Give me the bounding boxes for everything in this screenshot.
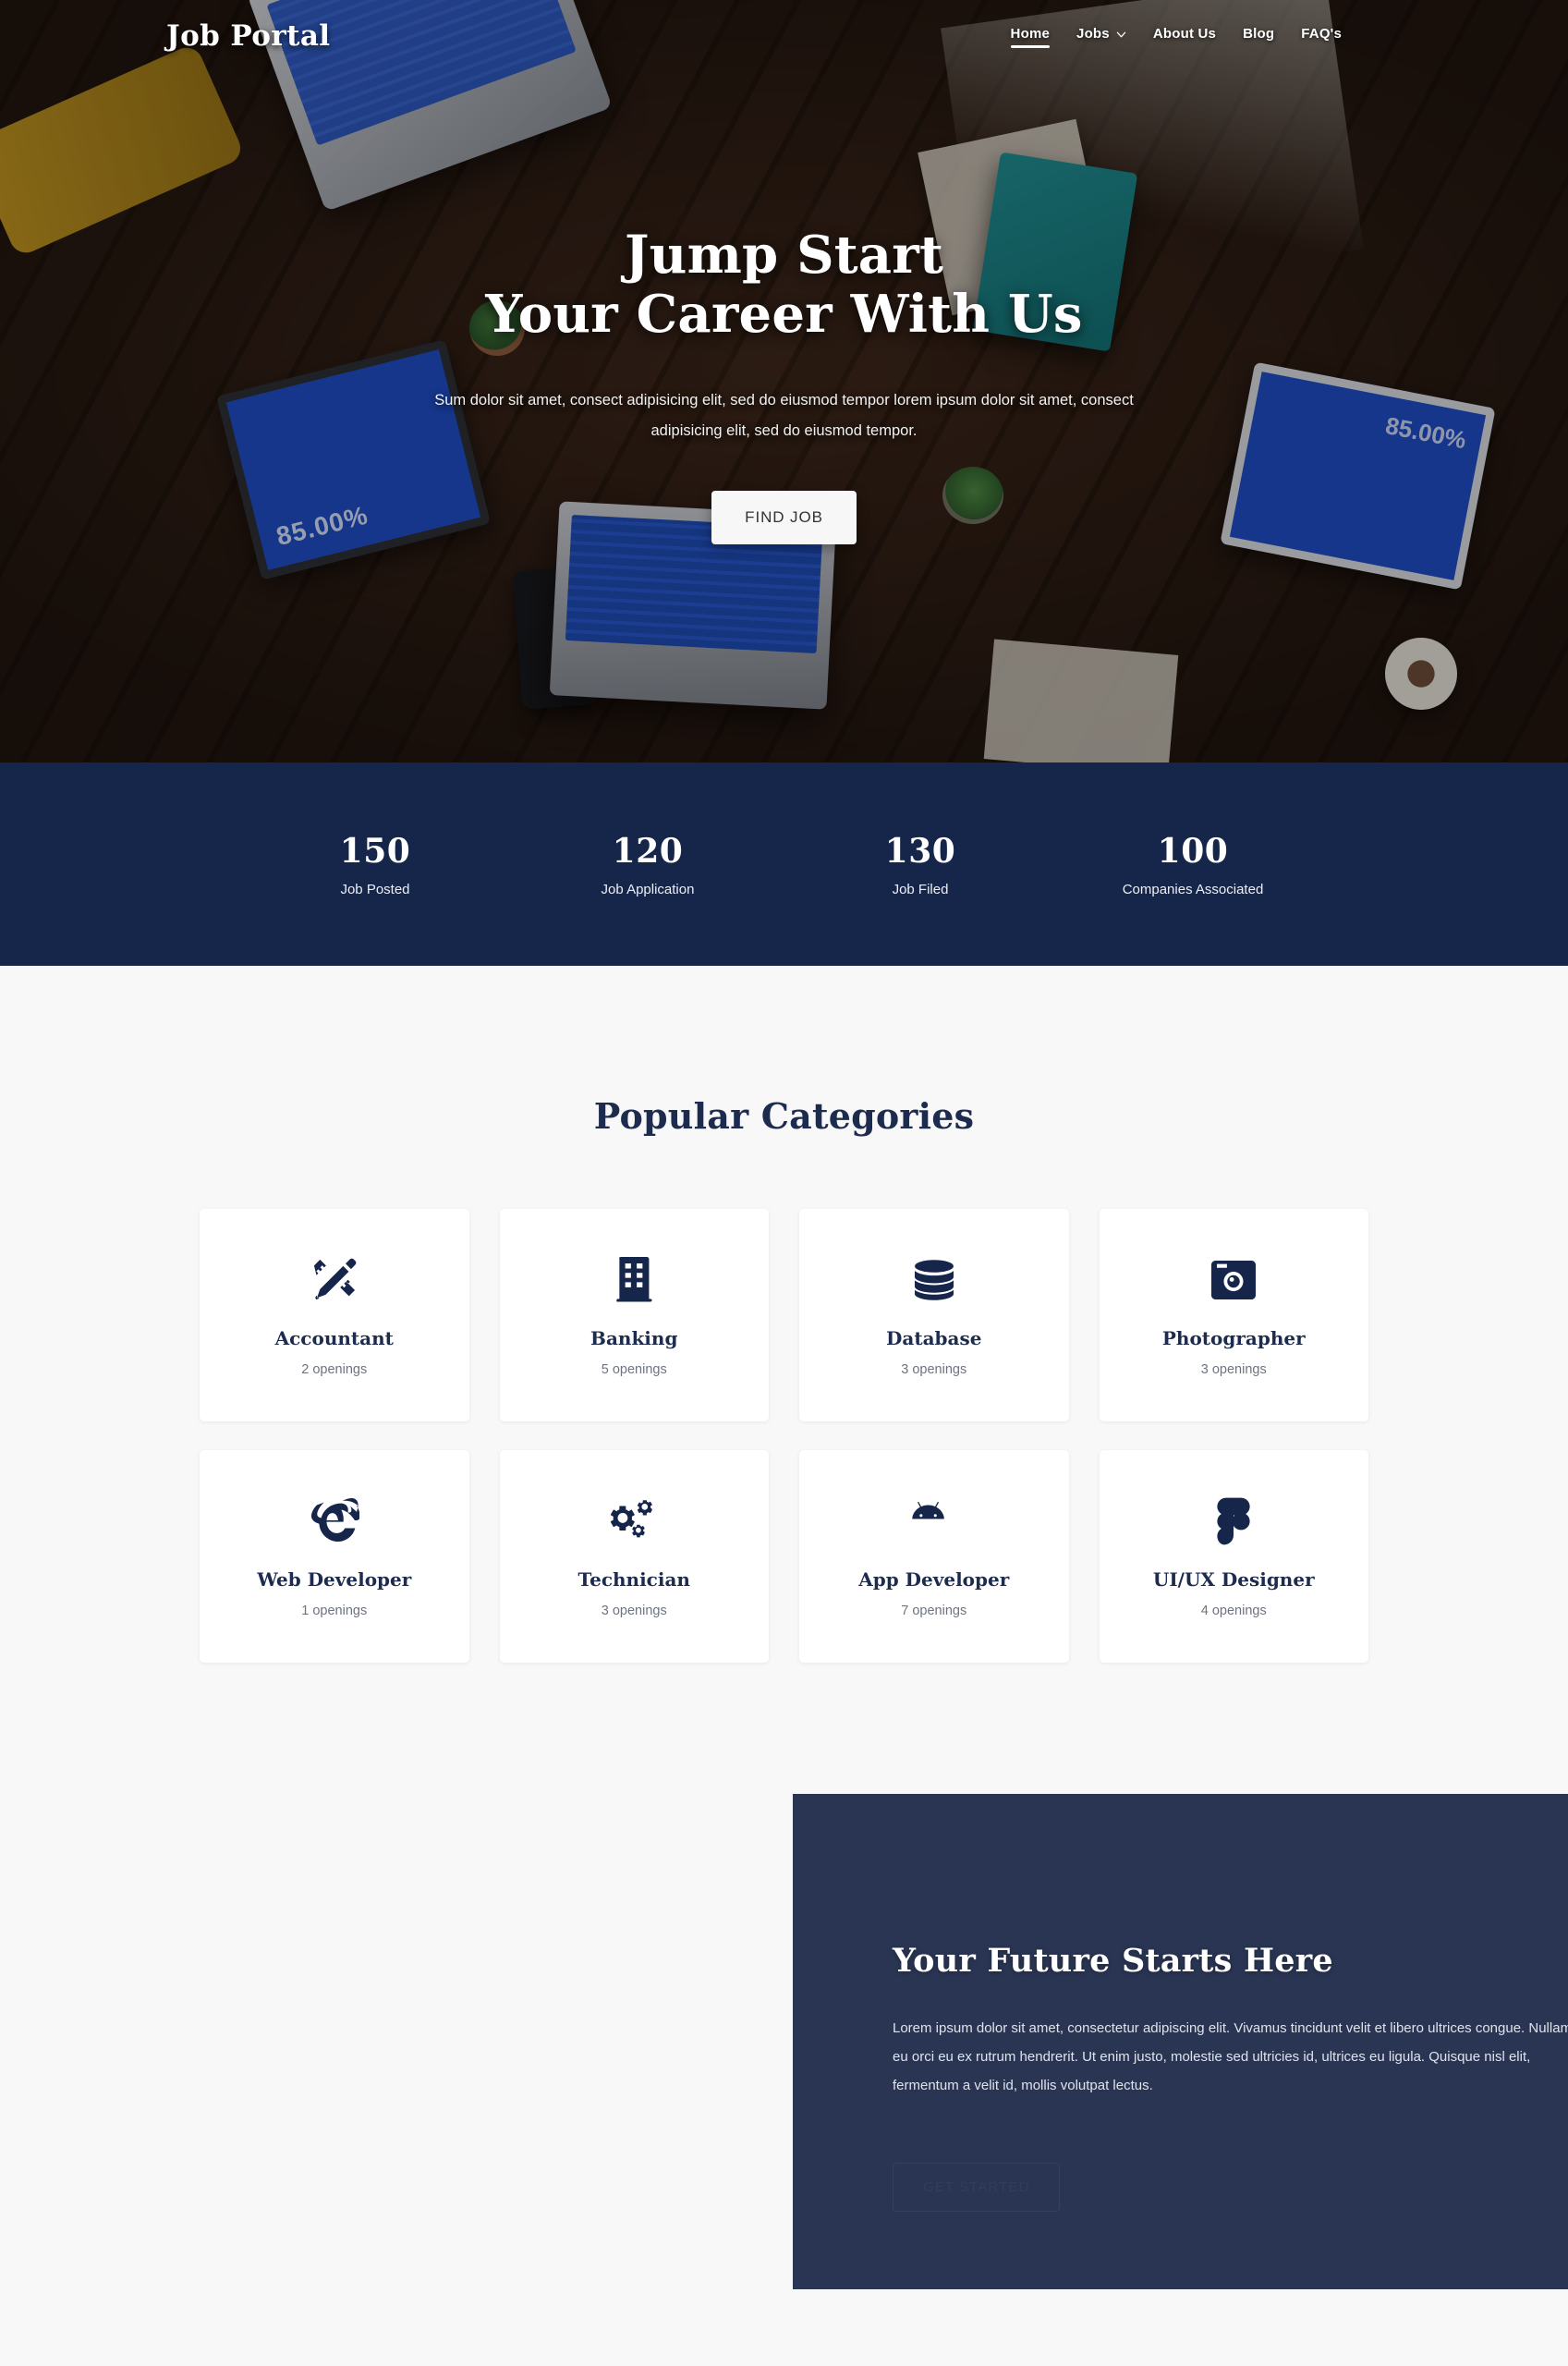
hero-title: Jump Start Your Career With Us (0, 226, 1568, 345)
stat-job-posted: 150 Job Posted (239, 832, 512, 897)
nav-item-faqs[interactable]: FAQ's (1301, 26, 1342, 47)
category-card-database[interactable]: Database 3 openings (799, 1209, 1069, 1421)
category-openings: 3 openings (901, 1362, 967, 1377)
category-openings: 1 openings (301, 1604, 368, 1618)
category-grid: Accountant 2 openings Banking 5 openings (200, 1209, 1368, 1663)
cta-text: Lorem ipsum dolor sit amet, consectetur … (893, 2020, 1568, 2093)
stat-label: Job Filed (892, 881, 949, 897)
stat-label: Job Posted (340, 881, 410, 897)
cta-section: Your Future Starts Here Lorem ipsum dolo… (0, 1783, 1568, 2289)
pen-ruler-icon (311, 1253, 358, 1307)
category-name: Photographer (1161, 1327, 1306, 1349)
nav-item-home[interactable]: Home (1010, 25, 1051, 48)
internet-explorer-icon (310, 1494, 359, 1548)
camera-retro-icon (1211, 1253, 1257, 1307)
nav-item-home-label: Home (1010, 25, 1051, 42)
hero-subtitle: Sum dolor sit amet, consect adipisicing … (434, 391, 1134, 439)
main-navbar: Job Portal Home Jobs About Us Blog FAQ's (0, 0, 1568, 72)
category-openings: 7 openings (901, 1604, 967, 1618)
category-openings: 3 openings (601, 1604, 667, 1618)
category-name: Accountant (274, 1327, 394, 1349)
category-name: Web Developer (257, 1568, 412, 1591)
nav-item-about-us[interactable]: About Us (1153, 26, 1216, 47)
stat-job-application: 120 Job Application (512, 832, 784, 897)
category-card-accountant[interactable]: Accountant 2 openings (200, 1209, 469, 1421)
hero-content: Jump Start Your Career With Us Sum dolor… (0, 226, 1568, 544)
landing-page: Job Portal Home Jobs About Us (0, 0, 1568, 2289)
category-name: App Developer (858, 1568, 1010, 1591)
stat-label: Job Application (601, 881, 695, 897)
page-title: Popular Categories (593, 1095, 975, 1137)
category-card-photographer[interactable]: Photographer 3 openings (1099, 1209, 1368, 1421)
stat-value: 130 (884, 831, 956, 871)
category-name: Banking (590, 1327, 678, 1349)
nav-item-about-us-label: About Us (1152, 25, 1217, 42)
hero-section: Job Portal Home Jobs About Us (0, 0, 1568, 762)
hero-title-line-2: Your Career With Us (485, 283, 1083, 345)
category-openings: 4 openings (1200, 1604, 1267, 1618)
nav-item-blog-label: Blog (1243, 25, 1275, 42)
nav-item-jobs[interactable]: Jobs (1076, 26, 1126, 47)
category-card-web-developer[interactable]: Web Developer 1 openings (200, 1450, 469, 1663)
category-name: UI/UX Designer (1152, 1568, 1315, 1591)
category-openings: 2 openings (301, 1362, 368, 1377)
database-icon (912, 1253, 956, 1307)
brand-logo[interactable]: Job Portal (166, 19, 330, 53)
nav-item-faqs-label: FAQ's (1301, 25, 1342, 42)
category-card-technician[interactable]: Technician 3 openings (499, 1450, 769, 1663)
stats-inner: 150 Job Posted 120 Job Application 130 J… (239, 832, 1330, 897)
popular-categories-section: Popular Categories Accountant 2 openings (0, 966, 1568, 1783)
stat-job-filed: 130 Job Filed (784, 832, 1057, 897)
nav-links: Home Jobs About Us Blog FAQ's (1010, 25, 1342, 48)
nav-item-blog[interactable]: Blog (1243, 26, 1274, 47)
building-icon (611, 1253, 657, 1307)
category-card-banking[interactable]: Banking 5 openings (499, 1209, 769, 1421)
find-job-button[interactable]: FIND JOB (711, 490, 857, 544)
cta-panel: Your Future Starts Here Lorem ipsum dolo… (793, 1794, 1568, 2289)
cta-title: Your Future Starts Here (893, 1942, 1333, 1980)
stat-label: Companies Associated (1122, 881, 1264, 897)
cogs-icon (608, 1494, 660, 1548)
category-openings: 5 openings (601, 1362, 667, 1377)
stat-companies-associated: 100 Companies Associated (1057, 832, 1330, 897)
category-name: Database (886, 1327, 982, 1349)
stat-value: 120 (612, 831, 684, 871)
hero-title-line-1: Jump Start (624, 225, 944, 286)
category-openings: 3 openings (1200, 1362, 1267, 1377)
category-name: Technician (577, 1568, 690, 1591)
category-card-app-developer[interactable]: App Developer 7 openings (799, 1450, 1069, 1663)
android-icon (906, 1494, 962, 1548)
stat-value: 100 (1157, 831, 1229, 871)
stat-value: 150 (339, 831, 411, 871)
get-started-button[interactable]: GET STARTED (893, 2163, 1061, 2213)
chevron-down-icon (1116, 30, 1126, 40)
stats-bar: 150 Job Posted 120 Job Application 130 J… (0, 762, 1568, 966)
figma-icon (1216, 1494, 1251, 1548)
nav-item-jobs-label: Jobs (1076, 25, 1110, 42)
category-card-uiux-designer[interactable]: UI/UX Designer 4 openings (1099, 1450, 1368, 1663)
